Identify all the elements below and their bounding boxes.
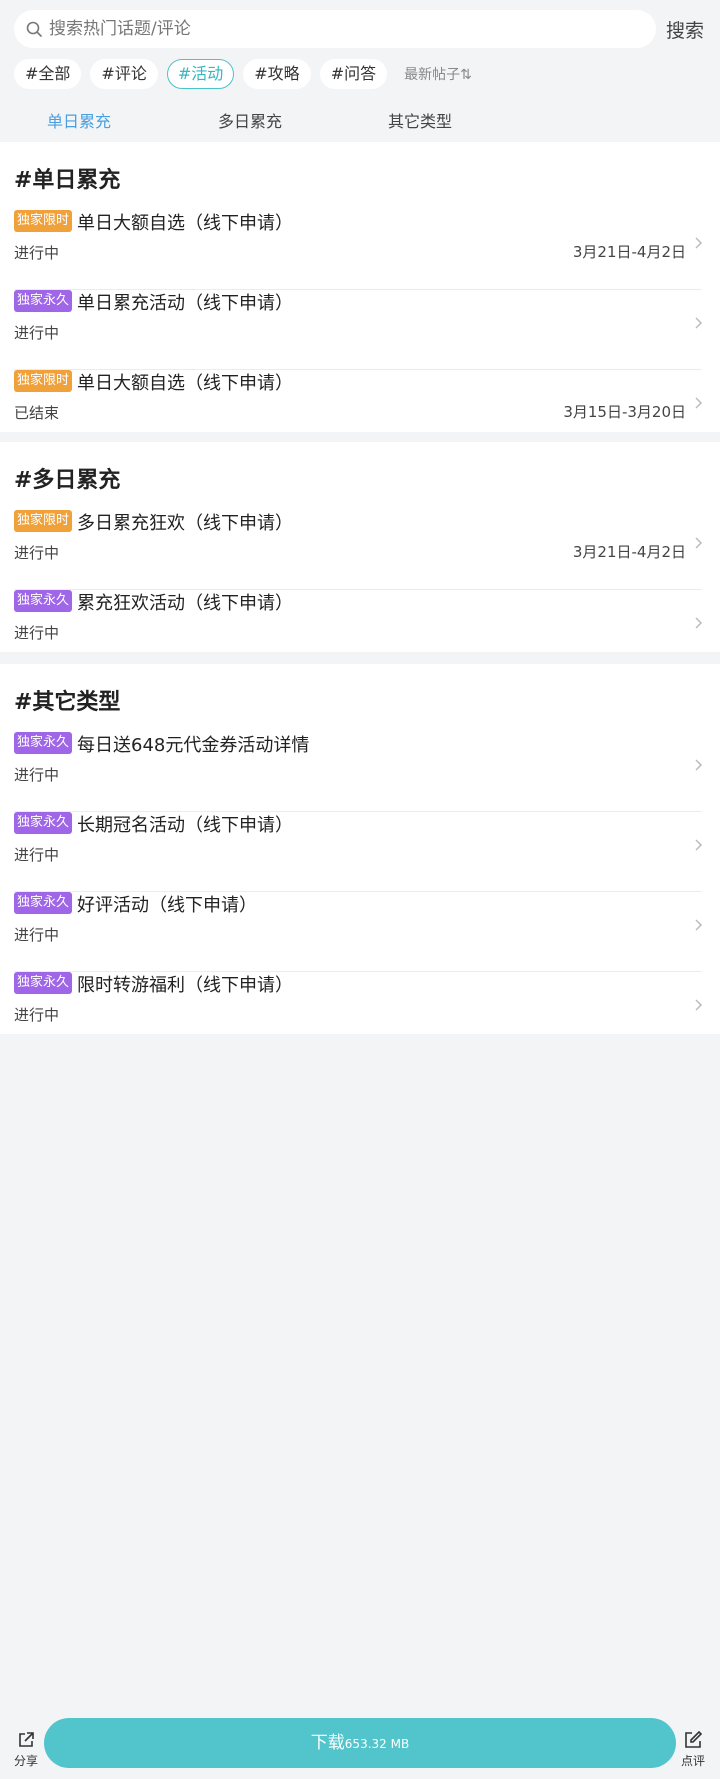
section-title: #其它类型 — [14, 690, 121, 715]
tab-single-day[interactable]: 单日累充 — [19, 108, 139, 132]
chevron-right-icon — [695, 617, 703, 629]
section-title: #多日累充 — [14, 468, 121, 493]
item-title: 单日累充活动（线下申请） — [77, 293, 293, 314]
item-title: 累充狂欢活动（线下申请） — [77, 593, 293, 614]
chevron-right-icon — [695, 397, 703, 409]
list-item[interactable]: 独家限时 单日大额自选（线下申请） 进行中 3月21日-4月2日 — [14, 210, 706, 290]
chevron-right-icon — [695, 237, 703, 249]
item-status: 进行中 — [14, 324, 60, 342]
badge-permanent: 独家永久 — [14, 732, 73, 754]
download-button[interactable]: 下载653.32 MB — [44, 1718, 676, 1768]
item-title: 长期冠名活动（线下申请） — [77, 815, 293, 836]
category-tabs: 单日累充 多日累充 其它类型 — [0, 108, 720, 134]
item-title: 好评活动（线下申请） — [77, 895, 257, 916]
chevron-right-icon — [695, 839, 703, 851]
download-size: 653.32 MB — [344, 1737, 410, 1751]
list-item[interactable]: 独家限时 单日大额自选（线下申请） 已结束 3月15日-3月20日 — [14, 370, 706, 430]
list-item[interactable]: 独家永久 每日送648元代金券活动详情 进行中 — [14, 732, 706, 812]
search-row: 搜索 — [14, 10, 706, 48]
badge-limited: 独家限时 — [14, 370, 73, 392]
chip-qa[interactable]: #问答 — [319, 59, 388, 89]
badge-permanent: 独家永久 — [14, 812, 73, 834]
sort-latest-button[interactable]: 最新帖子⇅ — [404, 64, 472, 84]
review-label: 点评 — [680, 1754, 705, 1768]
item-date: 3月15日-3月20日 — [563, 403, 686, 421]
list-item[interactable]: 独家限时 多日累充狂欢（线下申请） 进行中 3月21日-4月2日 — [14, 510, 706, 590]
item-date: 3月21日-4月2日 — [572, 543, 686, 561]
list-item[interactable]: 独家永久 累充狂欢活动（线下申请） 进行中 — [14, 590, 706, 650]
chip-activities[interactable]: #活动 — [166, 59, 235, 89]
item-title: 单日大额自选（线下申请） — [77, 213, 293, 234]
section-single-day: #单日累充 独家限时 单日大额自选（线下申请） 进行中 3月21日-4月2日 独… — [0, 142, 720, 432]
chip-guides[interactable]: #攻略 — [243, 59, 311, 89]
chip-all[interactable]: #全部 — [14, 59, 82, 89]
item-title: 多日累充狂欢（线下申请） — [77, 513, 293, 534]
item-status: 进行中 — [14, 926, 60, 944]
chevron-right-icon — [695, 759, 703, 771]
filter-chips: #全部 #评论 #活动 #攻略 #问答 最新帖子⇅ — [14, 59, 472, 89]
download-label: 下载 — [310, 1733, 345, 1753]
chevron-right-icon — [695, 999, 703, 1011]
list-item[interactable]: 独家永久 限时转游福利（线下申请） 进行中 — [14, 972, 706, 1032]
bottom-bar: 分享 下载653.32 MB 点评 — [0, 1712, 720, 1779]
item-title: 每日送648元代金券活动详情 — [77, 735, 310, 756]
item-status: 已结束 — [14, 404, 60, 422]
search-button[interactable]: 搜索 — [666, 16, 704, 43]
item-status: 进行中 — [14, 846, 60, 864]
share-icon — [19, 1732, 34, 1747]
item-status: 进行中 — [14, 244, 60, 262]
section-multi-day: #多日累充 独家限时 多日累充狂欢（线下申请） 进行中 3月21日-4月2日 独… — [0, 442, 720, 652]
item-title: 单日大额自选（线下申请） — [77, 373, 293, 394]
tab-other[interactable]: 其它类型 — [360, 108, 480, 132]
search-icon — [26, 21, 42, 37]
chevron-right-icon — [695, 537, 703, 549]
list-item[interactable]: 独家永久 长期冠名活动（线下申请） 进行中 — [14, 812, 706, 892]
search-input[interactable] — [49, 19, 629, 39]
badge-permanent: 独家永久 — [14, 590, 73, 612]
edit-icon — [685, 1730, 703, 1748]
share-button[interactable]: 分享 — [6, 1730, 46, 1769]
item-status: 进行中 — [14, 544, 60, 562]
chip-comments[interactable]: #评论 — [90, 59, 158, 89]
list-item[interactable]: 独家永久 好评活动（线下申请） 进行中 — [14, 892, 706, 972]
search-box[interactable] — [14, 10, 656, 48]
badge-permanent: 独家永久 — [14, 892, 73, 914]
item-status: 进行中 — [14, 1006, 60, 1024]
badge-permanent: 独家永久 — [14, 972, 73, 994]
badge-limited: 独家限时 — [14, 510, 73, 532]
section-title: #单日累充 — [14, 168, 121, 193]
item-status: 进行中 — [14, 766, 60, 784]
item-status: 进行中 — [14, 624, 60, 642]
share-label: 分享 — [13, 1754, 38, 1768]
chevron-right-icon — [695, 919, 703, 931]
tab-multi-day[interactable]: 多日累充 — [190, 108, 310, 132]
review-button[interactable]: 点评 — [673, 1730, 713, 1769]
list-item[interactable]: 独家永久 单日累充活动（线下申请） 进行中 — [14, 290, 706, 370]
section-other: #其它类型 独家永久 每日送648元代金券活动详情 进行中 独家永久 长期冠名活… — [0, 664, 720, 1034]
chevron-right-icon — [695, 317, 703, 329]
item-date: 3月21日-4月2日 — [572, 243, 686, 261]
badge-limited: 独家限时 — [14, 210, 73, 232]
badge-permanent: 独家永久 — [14, 290, 73, 312]
item-title: 限时转游福利（线下申请） — [77, 975, 293, 996]
